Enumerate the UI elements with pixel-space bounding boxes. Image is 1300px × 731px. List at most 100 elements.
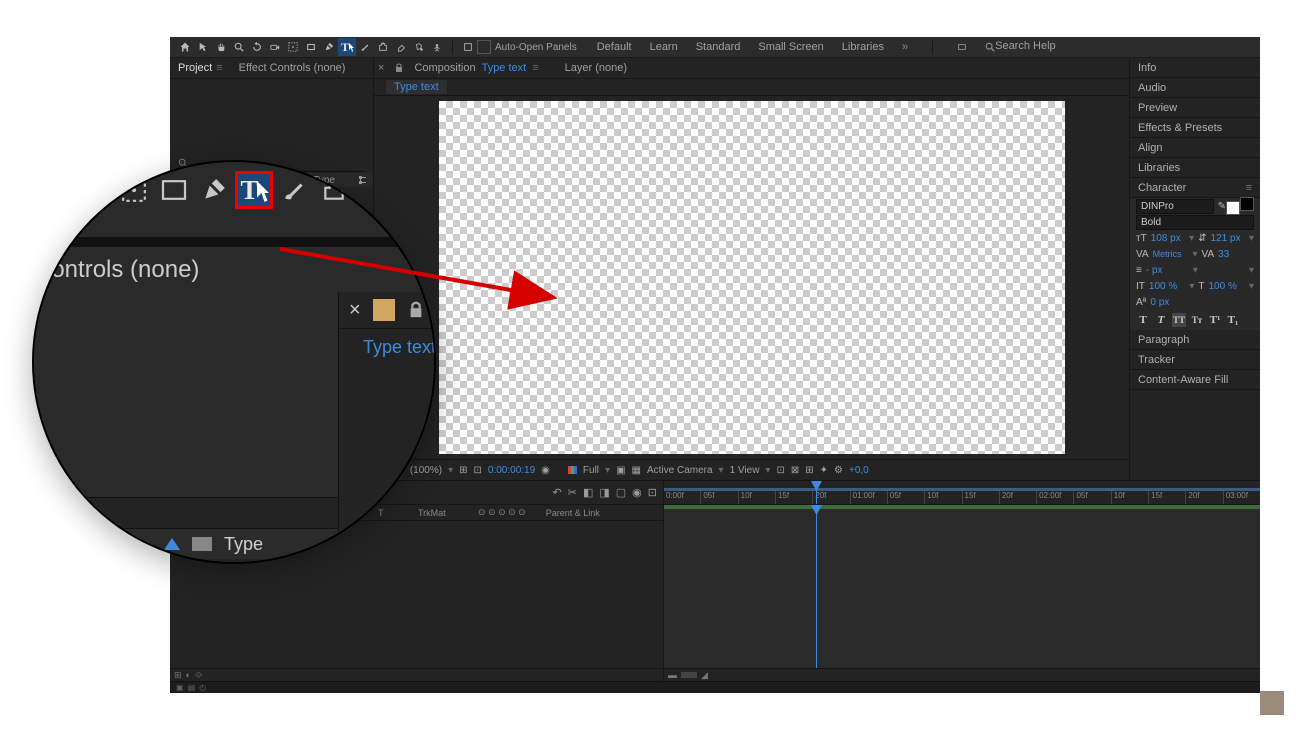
info-panel-tab[interactable]: Info <box>1130 58 1260 78</box>
footer-icon[interactable]: ⊡ <box>474 465 482 476</box>
views-select[interactable]: 1 View <box>730 465 760 476</box>
tl-icon[interactable]: ↶ <box>553 486 562 499</box>
brush-tool-icon[interactable] <box>356 38 374 56</box>
tl-foot-icon[interactable]: ◐ <box>186 670 191 680</box>
type-tool-icon[interactable]: T <box>338 38 356 56</box>
snapshot-icon[interactable]: ◉ <box>541 465 550 476</box>
workspace-default[interactable]: Default <box>597 41 632 53</box>
tl-icon[interactable]: ▢ <box>616 486 626 499</box>
audio-panel-tab[interactable]: Audio <box>1130 78 1260 98</box>
resolution-select[interactable]: Full <box>583 465 599 476</box>
tl-foot-icon[interactable]: ⟐ <box>195 670 202 681</box>
ruler-tick: 01:00f <box>850 491 887 504</box>
status-icon[interactable]: ▣ <box>176 683 184 692</box>
composition-tab[interactable]: Composition Type text ≡ <box>414 62 538 74</box>
tl-icon[interactable]: ◨ <box>599 486 609 499</box>
playhead[interactable] <box>816 481 817 504</box>
status-icon[interactable]: ▤ <box>188 683 196 692</box>
subscript-button[interactable]: T₁ <box>1226 313 1240 327</box>
bold-button[interactable]: T <box>1136 313 1150 327</box>
lock-icon[interactable] <box>394 63 404 73</box>
camera-tool-icon[interactable] <box>266 38 284 56</box>
zoom-tool-icon[interactable] <box>230 38 248 56</box>
tracker-panel-tab[interactable]: Tracker <box>1130 350 1260 370</box>
anchor-tool-icon[interactable] <box>284 38 302 56</box>
composition-breadcrumb[interactable]: Type text <box>374 79 1129 96</box>
tl-foot-icon[interactable]: ⊞ <box>174 670 182 681</box>
footer-icon[interactable]: ✦ <box>820 465 828 476</box>
tl-icon[interactable]: ⊡ <box>648 486 657 499</box>
font-size[interactable]: 108 px <box>1151 233 1185 244</box>
workspace-overflow-icon[interactable]: » <box>902 41 908 53</box>
snap-icon[interactable] <box>459 38 477 56</box>
pen-tool-icon[interactable] <box>320 38 338 56</box>
tl-zoom-slider[interactable] <box>681 672 697 678</box>
workspace-smallscreen[interactable]: Small Screen <box>758 41 823 53</box>
superscript-button[interactable]: T¹ <box>1208 313 1222 327</box>
workspace-learn[interactable]: Learn <box>650 41 678 53</box>
footer-icon[interactable]: ⊞ <box>459 465 467 476</box>
smallcaps-button[interactable]: Tᴛ <box>1190 313 1204 327</box>
allcaps-button[interactable]: TT <box>1172 313 1186 327</box>
timeline-ruler[interactable]: 0:00f05f10f15f20f01:00f05f10f15f20f02:00… <box>664 481 1260 505</box>
footer-icon[interactable]: ⚙ <box>834 465 843 476</box>
vscale[interactable]: 100 % <box>1149 281 1185 292</box>
footer-icon[interactable]: ▦ <box>632 465 641 476</box>
baseline[interactable]: 0 px <box>1150 297 1200 308</box>
timecode[interactable]: 0:00:00:19 <box>488 465 535 476</box>
footer-icon[interactable]: ⊡ <box>776 465 784 476</box>
content-aware-panel-tab[interactable]: Content-Aware Fill <box>1130 370 1260 390</box>
selection-tool-icon[interactable] <box>194 38 212 56</box>
eyedropper-icon[interactable]: ✎ <box>1218 201 1226 212</box>
search-input[interactable]: Search Help <box>995 40 1105 54</box>
hscale[interactable]: 100 % <box>1209 281 1245 292</box>
effect-controls-tab[interactable]: Effect Controls (none) <box>231 58 354 78</box>
font-family-select[interactable]: DINPro <box>1136 199 1214 214</box>
leading[interactable]: 121 px <box>1211 233 1245 244</box>
italic-button[interactable]: T <box>1154 313 1168 327</box>
composition-canvas[interactable] <box>439 101 1065 454</box>
home-icon[interactable] <box>176 38 194 56</box>
tl-zoom-out-icon[interactable]: ▬ <box>668 670 677 680</box>
puppet-tool-icon[interactable] <box>428 38 446 56</box>
workspace-libraries[interactable]: Libraries <box>842 41 884 53</box>
auto-open-checkbox[interactable] <box>477 40 491 54</box>
channel-icon[interactable] <box>568 466 577 474</box>
effects-panel-tab[interactable]: Effects & Presets <box>1130 118 1260 138</box>
camera-select[interactable]: Active Camera <box>647 465 713 476</box>
character-panel-tab[interactable]: Character≡ <box>1130 178 1260 198</box>
preview-panel-tab[interactable]: Preview <box>1130 98 1260 118</box>
align-panel-tab[interactable]: Align <box>1130 138 1260 158</box>
footer-icon[interactable]: ▣ <box>616 465 625 476</box>
clone-tool-icon[interactable] <box>374 38 392 56</box>
hand-tool-icon[interactable] <box>212 38 230 56</box>
roto-tool-icon[interactable] <box>410 38 428 56</box>
exposure[interactable]: +0,0 <box>849 465 869 476</box>
avatar <box>1260 691 1284 715</box>
stroke-width[interactable]: - px <box>1146 265 1189 276</box>
footer-icon[interactable]: ⊞ <box>805 465 813 476</box>
ruler-tick: 10f <box>738 491 775 504</box>
tl-icon[interactable]: ✂ <box>568 486 577 499</box>
workspace-standard[interactable]: Standard <box>696 41 741 53</box>
close-tab-icon[interactable]: × <box>378 62 384 74</box>
status-icon[interactable]: ◴ <box>199 683 206 692</box>
eraser-tool-icon[interactable] <box>392 38 410 56</box>
shape-tool-icon[interactable] <box>302 38 320 56</box>
tl-icon[interactable]: ◧ <box>583 486 593 499</box>
libraries-panel-tab[interactable]: Libraries <box>1130 158 1260 178</box>
composition-viewer[interactable] <box>374 96 1129 459</box>
kerning[interactable]: Metrics <box>1153 249 1189 259</box>
font-style-select[interactable]: Bold <box>1136 215 1254 230</box>
footer-icon[interactable]: ⊠ <box>791 465 799 476</box>
layer-tab[interactable]: Layer (none) <box>565 62 627 74</box>
timeline-track-area[interactable] <box>664 505 1260 668</box>
sync-icon[interactable] <box>957 42 967 52</box>
tl-zoom-in-icon[interactable]: ◢ <box>701 670 708 681</box>
tl-icon[interactable]: ◉ <box>632 486 642 499</box>
paragraph-panel-tab[interactable]: Paragraph <box>1130 330 1260 350</box>
rotate-tool-icon[interactable] <box>248 38 266 56</box>
project-tab[interactable]: Project ≡ <box>170 58 231 78</box>
tracking[interactable]: 33 <box>1218 249 1254 260</box>
color-swatches[interactable] <box>1230 197 1254 215</box>
